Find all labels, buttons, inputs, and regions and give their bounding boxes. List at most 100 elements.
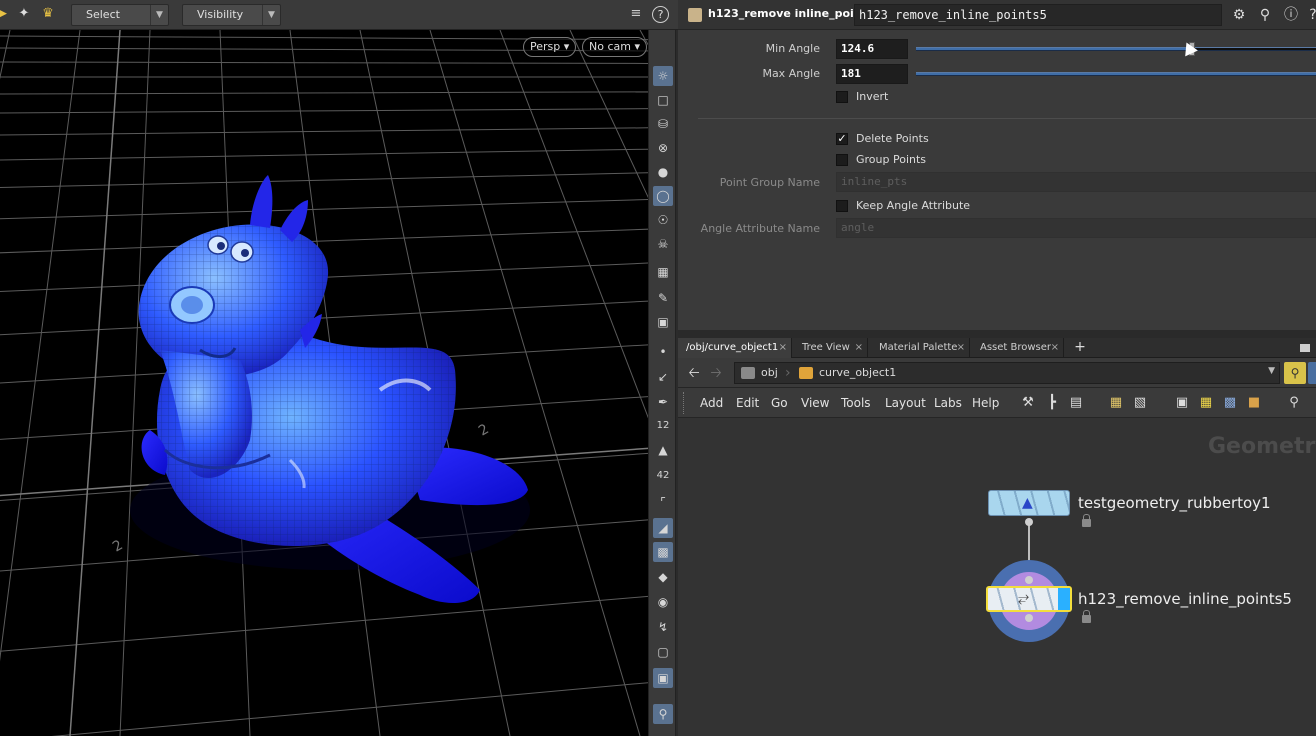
link-icon[interactable] [1308,362,1316,384]
snapshot-icon[interactable]: □ [653,90,673,110]
bulb-icon[interactable]: ☉ [653,210,673,230]
select-mode-icon[interactable]: ▶ [0,6,10,22]
rubber-toy-model[interactable] [130,175,530,604]
pin-icon[interactable]: ⚲ [653,704,673,724]
chevron-down-icon[interactable]: ▼ [1268,366,1275,376]
display-flag[interactable] [1058,588,1070,610]
tree-icon[interactable]: ┣ [1044,395,1060,411]
forward-arrow-icon[interactable]: 🡢 [708,365,724,381]
node-label[interactable]: testgeometry_rubbertoy1 [1078,494,1271,512]
shade-icon[interactable]: ◢ [653,518,673,538]
search-icon[interactable]: ⚲ [1256,6,1274,24]
pin-icon[interactable]: ⚲ [1284,362,1306,384]
back-arrow-icon[interactable]: 🡠 [686,365,702,381]
input-port[interactable] [1025,576,1033,584]
number-icon[interactable]: 42 [653,466,673,486]
grid-view-icon[interactable]: ▦ [1108,395,1124,411]
pick-icon[interactable]: ↙ [653,367,673,387]
tool-icon[interactable]: ↯ [653,617,673,637]
close-icon[interactable]: × [779,338,787,357]
paint-icon[interactable]: ▲ [653,440,673,460]
sliders-icon[interactable]: ≡ [628,6,644,22]
dot-icon[interactable]: • [653,342,673,362]
magic-wand-icon[interactable]: ✦ [16,6,32,22]
skull-icon[interactable]: ☠ [653,234,673,254]
output-port[interactable] [1025,518,1033,526]
invert-checkbox[interactable] [836,91,848,103]
node-name-field[interactable]: h123_remove_inline_points5 [854,4,1222,26]
box-icon[interactable]: ■ [1246,395,1262,411]
max-angle-slider[interactable] [916,72,1316,76]
grip-handle[interactable] [683,392,687,414]
close-icon[interactable]: × [957,338,965,357]
output-port[interactable] [1025,614,1033,622]
node-h123-remove-inline-points[interactable]: ⥂ [986,586,1072,612]
min-angle-slider[interactable] [916,47,1316,51]
curve-icon[interactable]: ⌜ [653,492,673,512]
crown-icon[interactable]: ♛ [40,6,56,22]
info-icon[interactable]: ⓘ [1282,6,1300,24]
breadcrumb-current[interactable]: curve_object1 [819,366,896,379]
pen-icon[interactable]: ✒ [653,392,673,412]
menu-add[interactable]: Add [700,396,723,410]
light-icon[interactable]: ◯ [653,186,673,206]
menu-help[interactable]: Help [972,396,999,410]
table-view-icon[interactable]: ▧ [1132,395,1148,411]
texture-icon[interactable]: ▩ [653,542,673,562]
lock-icon[interactable]: ⛁ [653,114,673,134]
network-editor[interactable]: Geometry ▲ testgeometry_rubbertoy1 ⥂ h12… [678,418,1316,736]
tab-asset-browser[interactable]: Asset Browser × [972,338,1064,358]
material-icon[interactable]: ◆ [653,567,673,587]
menu-go[interactable]: Go [771,396,788,410]
sphere-icon[interactable]: ● [653,162,673,182]
camera-icon[interactable]: ▣ [653,312,673,332]
help-button[interactable]: ? [652,6,669,23]
breadcrumb-obj[interactable]: obj [761,366,778,379]
pane-divider[interactable] [678,330,1316,338]
max-angle-field[interactable]: 181 [836,64,908,84]
angle-attr-name-field[interactable]: angle [836,218,1316,238]
visibility-dropdown[interactable]: Visibility ▼ [182,4,281,26]
menu-labs[interactable]: Labs [934,396,962,410]
close-icon[interactable]: × [1051,338,1059,357]
stop-icon[interactable]: ▢ [653,642,673,662]
tab-network[interactable]: /obj/curve_object1 × [678,338,792,358]
image-icon[interactable]: ▣ [1174,395,1190,411]
menu-layout[interactable]: Layout [885,396,926,410]
keep-angle-checkbox[interactable] [836,200,848,212]
lock-icon[interactable] [1082,610,1091,623]
add-tab-button[interactable]: + [1071,338,1089,358]
node-label[interactable]: h123_remove_inline_points5 [1078,590,1292,608]
menu-edit[interactable]: Edit [736,396,759,410]
menu-view[interactable]: View [801,396,829,410]
point-group-name-field[interactable]: inline_pts [836,172,1316,192]
sticky-note-icon[interactable]: ▦ [1198,395,1214,411]
persp-menu[interactable]: Persp ▾ [523,37,577,57]
min-angle-field[interactable]: 124.6 [836,39,908,59]
group-points-checkbox[interactable] [836,154,848,166]
checker-icon[interactable]: ▦ [653,262,673,282]
gear-icon[interactable]: ⚙ [1230,6,1248,24]
list-icon[interactable]: ▤ [1068,395,1084,411]
help-icon[interactable]: ? [1304,6,1316,24]
add-image-icon[interactable]: ▩ [1222,395,1238,411]
search-icon[interactable]: ⚲ [1286,395,1302,411]
wrench-icon[interactable]: ⚒ [1020,395,1036,411]
object-icon[interactable]: ◉ [653,592,673,612]
close-icon[interactable]: × [855,338,863,357]
number-icon[interactable]: 12 [653,416,673,436]
close-camera-icon[interactable]: ⊗ [653,138,673,158]
image-icon[interactable]: ▣ [653,668,673,688]
menu-tools[interactable]: Tools [841,396,871,410]
breadcrumb[interactable]: obj › curve_object1 ▼ [734,362,1280,384]
maximize-icon[interactable] [1300,344,1310,352]
tab-tree-view[interactable]: Tree View × [794,338,868,358]
lock-icon[interactable] [1082,514,1091,527]
brush-icon[interactable]: ✎ [653,288,673,308]
display-options-icon[interactable]: ☼ [653,66,673,86]
node-testgeometry-rubbertoy[interactable]: ▲ [988,490,1070,516]
camera-menu[interactable]: No cam ▾ [582,37,647,57]
scene-viewport[interactable]: 2 2 [0,0,648,736]
viewport-scene[interactable]: 2 2 [0,30,648,736]
delete-points-checkbox[interactable]: ✓ [836,133,848,145]
